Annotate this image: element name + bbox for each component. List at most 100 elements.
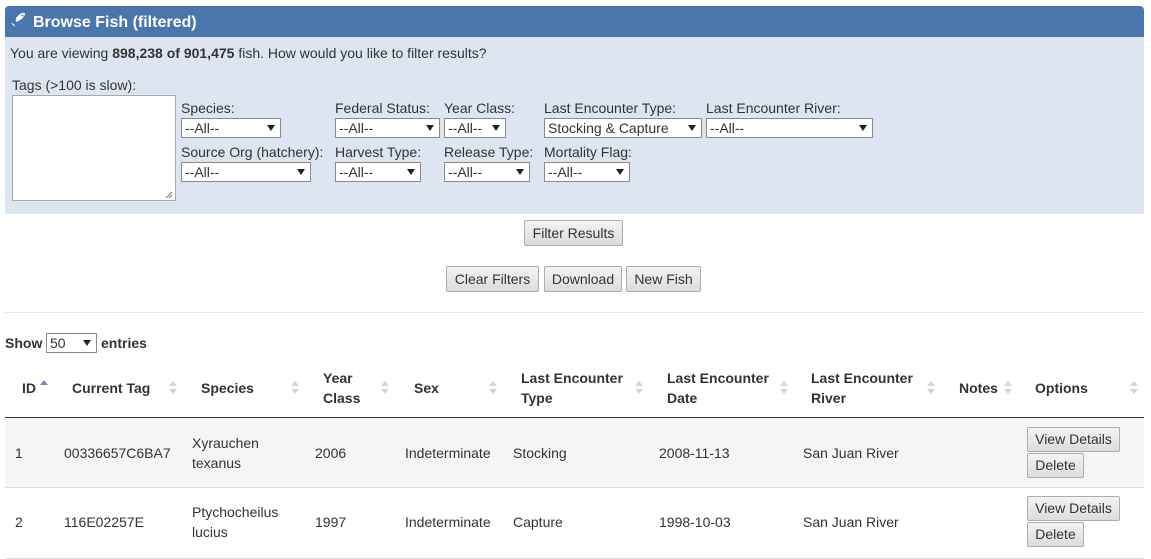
- sort-icon[interactable]: [927, 381, 935, 395]
- col-led-line2: Date: [667, 390, 698, 406]
- year-class-select[interactable]: --All--: [444, 118, 506, 138]
- new-fish-button[interactable]: New Fish: [626, 266, 701, 292]
- species-select[interactable]: --All--: [181, 118, 281, 138]
- cell-species-line1: Xyrauchen: [192, 435, 259, 451]
- sort-asc-icon[interactable]: [40, 380, 48, 394]
- release-type-label: Release Type:: [444, 144, 534, 160]
- delete-button[interactable]: Delete: [1027, 522, 1084, 547]
- cell-id: 2: [15, 514, 23, 530]
- col-led-line1: Last Encounter: [667, 370, 769, 386]
- entries-select[interactable]: 50: [46, 333, 97, 353]
- col-sex[interactable]: Sex: [414, 378, 439, 398]
- last-encounter-river-label: Last Encounter River:: [706, 100, 841, 116]
- col-year-class-line1: Year: [323, 370, 353, 386]
- col-current-tag[interactable]: Current Tag: [72, 378, 150, 398]
- species-value: --All--: [185, 120, 220, 136]
- divider: [5, 312, 1144, 313]
- view-details-button[interactable]: View Details: [1027, 496, 1120, 521]
- harvest-type-select[interactable]: --All--: [335, 162, 421, 182]
- delete-button[interactable]: Delete: [1027, 453, 1084, 478]
- entries-label: entries: [101, 335, 147, 351]
- cell-tag: 116E02257E: [64, 514, 144, 530]
- col-id[interactable]: ID: [22, 378, 36, 398]
- last-encounter-type-value: Stocking & Capture: [548, 120, 669, 136]
- cell-species-line2: texanus: [192, 455, 242, 471]
- federal-status-select[interactable]: --All--: [335, 118, 440, 138]
- col-ler-line2: River: [811, 390, 847, 406]
- sort-icon[interactable]: [635, 381, 643, 395]
- table-row: 1 00336657C6BA7 Xyrauchen texanus 2006 I…: [5, 418, 1144, 488]
- harvest-type-label: Harvest Type:: [335, 144, 422, 160]
- caret-down-icon: [83, 340, 91, 346]
- caret-down-icon: [859, 125, 867, 131]
- summary-prefix: You are viewing: [10, 45, 113, 61]
- mortality-flag-value: --All--: [548, 164, 583, 180]
- last-encounter-type-label: Last Encounter Type:: [544, 100, 677, 116]
- caret-down-icon: [688, 125, 696, 131]
- show-label: Show: [5, 335, 43, 351]
- cell-type: Capture: [513, 514, 563, 530]
- cell-sex: Indeterminate: [405, 514, 491, 530]
- resize-grip-icon[interactable]: [165, 191, 173, 199]
- caret-down-icon: [407, 169, 415, 175]
- caret-down-icon: [516, 169, 524, 175]
- cell-river: San Juan River: [803, 445, 899, 461]
- sort-icon[interactable]: [381, 381, 389, 395]
- caret-down-icon: [426, 125, 434, 131]
- col-last-encounter-river[interactable]: Last Encounter River: [811, 368, 913, 408]
- cell-species-line1: Ptychocheilus: [192, 504, 279, 520]
- sort-icon[interactable]: [1130, 381, 1138, 395]
- sort-icon[interactable]: [291, 381, 299, 395]
- last-encounter-type-select[interactable]: Stocking & Capture: [544, 118, 702, 138]
- caret-down-icon: [297, 169, 305, 175]
- panel-header: Browse Fish (filtered): [5, 6, 1144, 37]
- summary-suffix: fish. How would you like to filter resul…: [234, 45, 487, 61]
- year-class-label: Year Class:: [444, 100, 516, 116]
- species-label: Species:: [181, 100, 235, 116]
- caret-down-icon: [492, 125, 500, 131]
- last-encounter-river-select[interactable]: --All--: [706, 118, 873, 138]
- cell-species: Xyrauchen texanus: [192, 433, 259, 473]
- col-options[interactable]: Options: [1035, 378, 1088, 398]
- col-notes[interactable]: Notes: [959, 378, 998, 398]
- cell-species-line2: lucius: [192, 524, 228, 540]
- col-let-line1: Last Encounter: [521, 370, 623, 386]
- browse-fish-panel: Browse Fish (filtered) You are viewing 8…: [5, 6, 1144, 214]
- col-last-encounter-type[interactable]: Last Encounter Type: [521, 368, 623, 408]
- release-type-select[interactable]: --All--: [444, 162, 530, 182]
- summary-count: 898,238 of 901,475: [112, 45, 235, 61]
- cell-species: Ptychocheilus lucius: [192, 502, 278, 542]
- source-org-label: Source Org (hatchery):: [181, 144, 324, 160]
- view-details-button[interactable]: View Details: [1027, 427, 1120, 452]
- results-summary: You are viewing 898,238 of 901,475 fish.…: [10, 45, 487, 61]
- cell-tag: 00336657C6BA7: [64, 445, 171, 461]
- sort-icon[interactable]: [489, 381, 497, 395]
- cell-river: San Juan River: [803, 514, 899, 530]
- release-type-value: --All--: [448, 164, 483, 180]
- filter-results-button[interactable]: Filter Results: [524, 220, 623, 246]
- sort-icon[interactable]: [780, 381, 788, 395]
- col-year-class[interactable]: Year Class: [323, 368, 360, 408]
- source-org-select[interactable]: --All--: [181, 162, 311, 182]
- entries-value: 50: [50, 335, 66, 351]
- download-button[interactable]: Download: [544, 266, 622, 292]
- last-encounter-river-value: --All--: [710, 120, 745, 136]
- mortality-flag-label: Mortality Flag:: [544, 144, 632, 160]
- table-row: 2 116E02257E Ptychocheilus lucius 1997 I…: [5, 488, 1144, 559]
- source-org-value: --All--: [185, 164, 220, 180]
- panel-title: Browse Fish (filtered): [33, 14, 197, 31]
- sort-icon[interactable]: [1004, 381, 1012, 395]
- cell-id: 1: [15, 445, 23, 461]
- sort-icon[interactable]: [169, 381, 177, 395]
- mortality-flag-select[interactable]: --All--: [544, 162, 630, 182]
- cell-date: 1998-10-03: [659, 514, 731, 530]
- cell-year: 2006: [315, 445, 347, 461]
- cell-type: Stocking: [513, 445, 567, 461]
- caret-down-icon: [616, 169, 624, 175]
- tags-textarea[interactable]: [12, 95, 176, 201]
- harvest-type-value: --All--: [339, 164, 374, 180]
- cell-year: 1997: [315, 514, 347, 530]
- col-last-encounter-date[interactable]: Last Encounter Date: [667, 368, 769, 408]
- clear-filters-button[interactable]: Clear Filters: [446, 266, 539, 292]
- col-species[interactable]: Species: [201, 378, 254, 398]
